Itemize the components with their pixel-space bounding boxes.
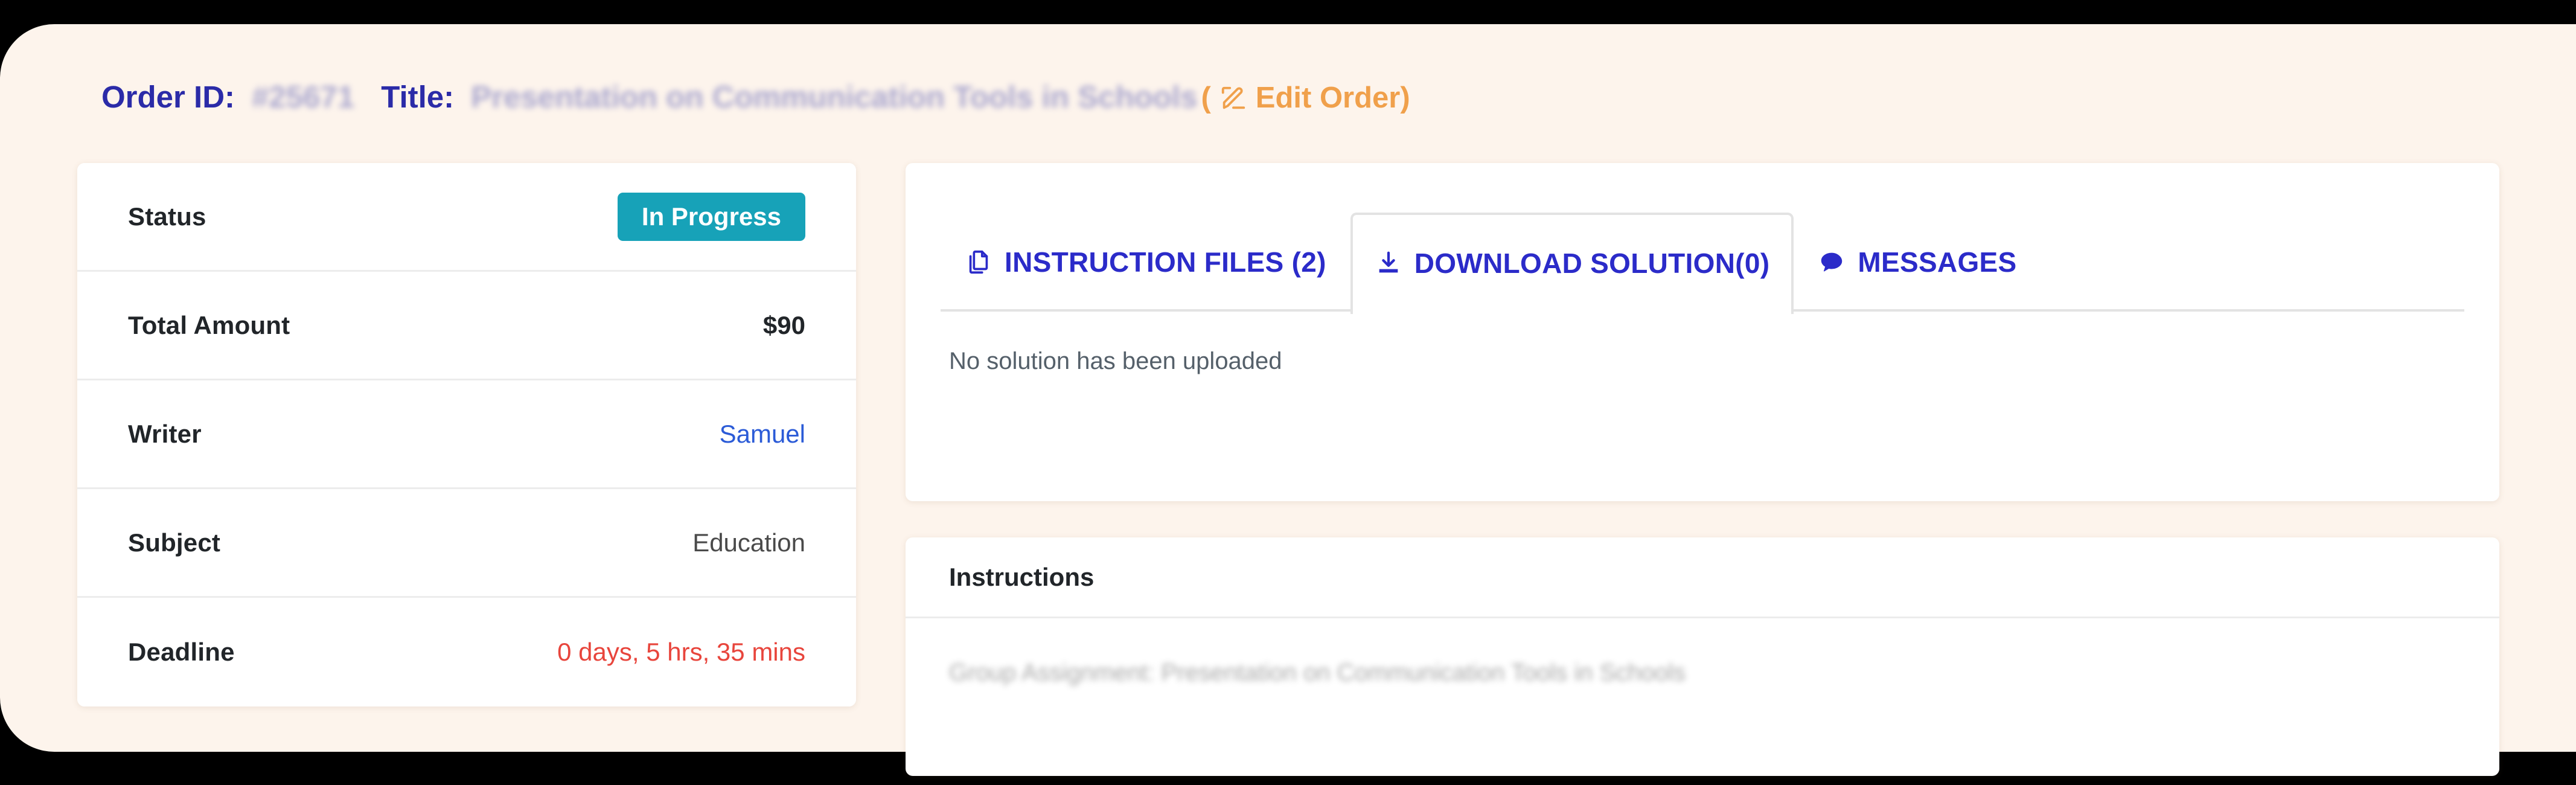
edit-order-button[interactable]: ( Edit Order)	[1201, 83, 1410, 113]
tab-strip: INSTRUCTION FILES (2) DOWNLOAD SOLUTION(…	[906, 163, 2499, 314]
detail-key-writer: Writer	[128, 419, 202, 448]
tab-label-instruction-files: INSTRUCTION FILES (2)	[1005, 246, 1326, 278]
tab-label-messages: MESSAGES	[1858, 246, 2017, 278]
files-copy-icon	[965, 248, 992, 276]
order-title-value: Presentation on Communication Tools in S…	[471, 80, 1198, 114]
detail-row-subject: Subject Education	[77, 489, 856, 598]
order-id-value: #25671	[252, 80, 355, 114]
detail-key-subject: Subject	[128, 528, 221, 557]
order-header: Order ID: #25671 Title: Presentation on …	[101, 82, 1410, 113]
solution-tab-card: INSTRUCTION FILES (2) DOWNLOAD SOLUTION(…	[906, 163, 2499, 501]
detail-value-subject: Education	[692, 528, 805, 557]
status-badge[interactable]: In Progress	[617, 192, 805, 241]
instructions-card: Instructions Group Assignment: Presentat…	[906, 537, 2499, 776]
instructions-body: Group Assignment: Presentation on Commun…	[949, 659, 1686, 686]
tab-label-download-solution: DOWNLOAD SOLUTION(0)	[1414, 248, 1770, 279]
detail-value-total-amount: $90	[762, 310, 805, 339]
tab-download-solution[interactable]: DOWNLOAD SOLUTION(0)	[1350, 213, 1794, 314]
detail-value-deadline: 0 days, 5 hrs, 35 mins	[557, 638, 805, 666]
page-background: Order ID: #25671 Title: Presentation on …	[0, 24, 2576, 776]
detail-row-writer: Writer Samuel	[77, 380, 856, 489]
edit-order-paren-open: (	[1201, 82, 1211, 114]
instructions-header: Instructions	[906, 537, 2499, 618]
detail-key-status: Status	[128, 202, 206, 231]
tab-panel-content: No solution has been uploaded	[949, 348, 1282, 374]
detail-key-total-amount: Total Amount	[128, 310, 290, 339]
detail-row-total-amount: Total Amount $90	[77, 272, 856, 380]
detail-row-deadline: Deadline 0 days, 5 hrs, 35 mins	[77, 598, 856, 706]
order-title-label: Title:	[381, 80, 455, 114]
detail-key-deadline: Deadline	[128, 638, 235, 666]
download-icon	[1375, 249, 1402, 277]
tab-instruction-files[interactable]: INSTRUCTION FILES (2)	[941, 210, 1350, 312]
tab-messages[interactable]: MESSAGES	[1794, 210, 2041, 312]
detail-row-status: Status In Progress	[77, 163, 856, 272]
chat-bubble-icon	[1818, 248, 1846, 276]
detail-value-writer[interactable]: Samuel	[720, 420, 805, 449]
order-details-card: Status In Progress Total Amount $90 Writ…	[77, 163, 856, 706]
edit-order-label: Edit Order)	[1255, 82, 1410, 114]
order-id-label: Order ID:	[101, 80, 235, 114]
edit-pencil-square-icon	[1219, 85, 1247, 112]
